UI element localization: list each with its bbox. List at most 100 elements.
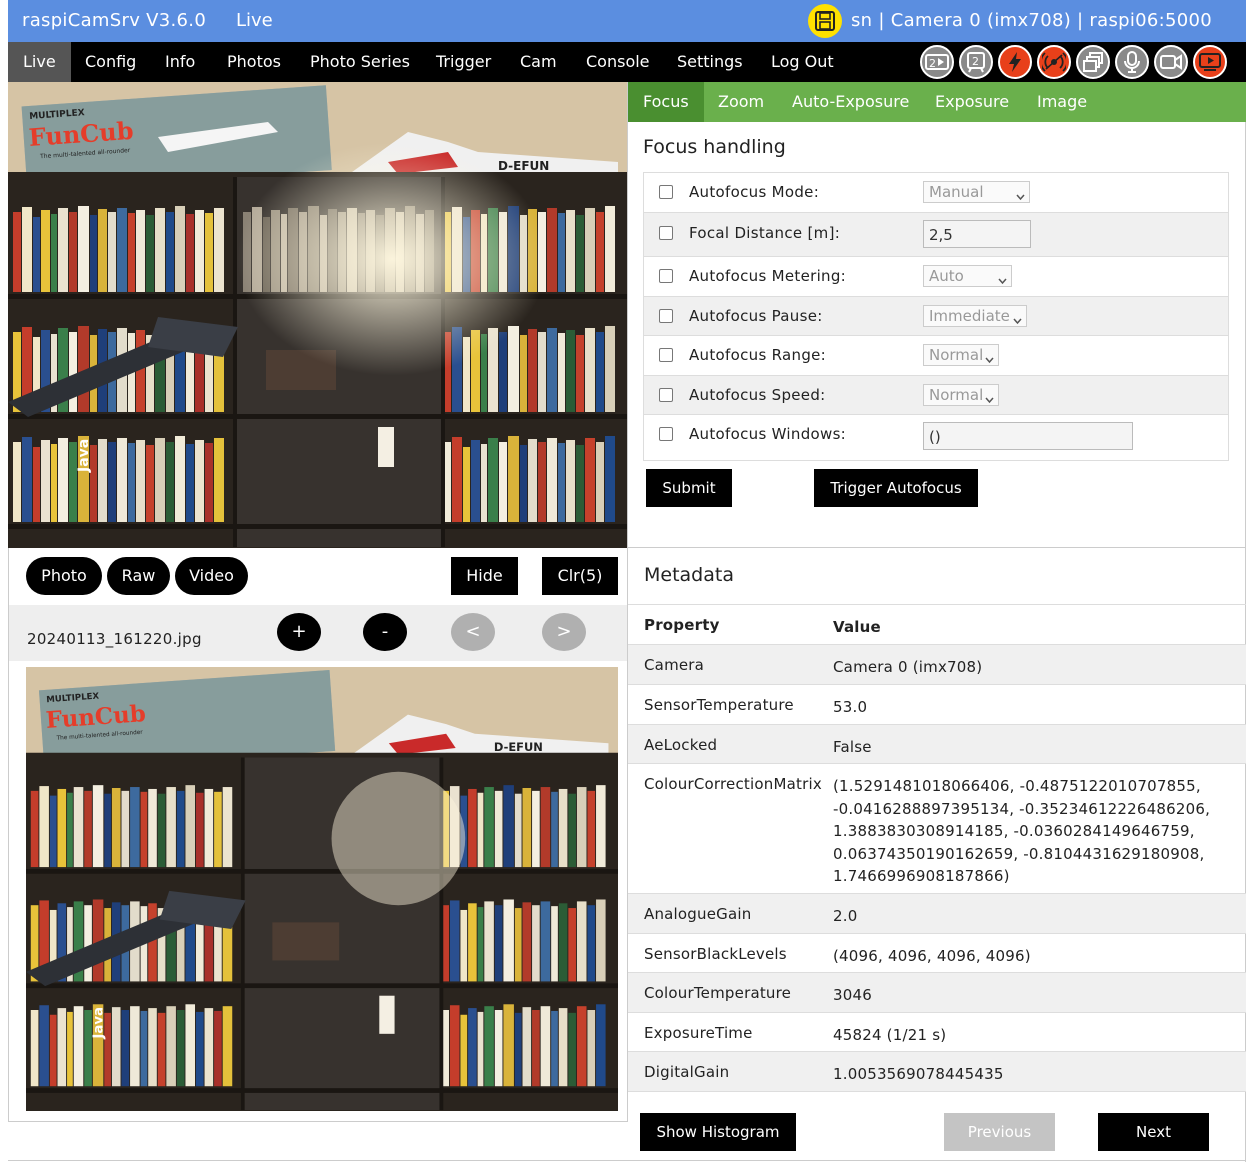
trigger-autofocus-button[interactable]: Trigger Autofocus [814, 469, 978, 507]
autofocus-speed-checkbox[interactable] [659, 388, 673, 402]
table-row: ColourTemperature 3046 [628, 973, 1246, 1013]
table-row: ExposureTime 45824 (1/21 s) [628, 1013, 1246, 1052]
zoom-in-button[interactable]: + [277, 613, 321, 651]
video-camera-icon[interactable] [1154, 45, 1188, 79]
photo-button[interactable]: Photo [26, 557, 102, 595]
tab-auto-exposure[interactable]: Auto-Exposure [792, 82, 909, 122]
stream-icon[interactable] [1193, 45, 1227, 79]
svg-text:2: 2 [929, 57, 936, 70]
autofocus-windows-checkbox[interactable] [659, 427, 673, 441]
value-cell: (4096, 4096, 4096, 4096) [833, 947, 1031, 965]
autofocus-windows-input[interactable]: () [923, 422, 1133, 450]
next-photo-button[interactable]: > [542, 613, 586, 651]
microphone-icon[interactable] [1115, 45, 1149, 79]
file-row: 20240113_161220.jpg + - < > [9, 605, 627, 661]
chevron-down-icon [985, 390, 994, 408]
book-title: Java [91, 1007, 106, 1040]
focus-title: Focus handling [643, 136, 786, 158]
tab-zoom[interactable]: Zoom [718, 82, 764, 122]
autofocus-pause-select[interactable]: Immediate [923, 305, 1027, 327]
focus-row-autofocus-windows: Autofocus Windows: () [644, 415, 1228, 460]
camera-control-tabs: Focus Zoom Auto-Exposure Exposure Image [628, 82, 1246, 122]
autofocus-mode-select[interactable]: Manual [923, 181, 1030, 203]
video-button[interactable]: Video [175, 557, 248, 595]
autofocus-mode-checkbox[interactable] [659, 185, 673, 199]
nav-info[interactable]: Info [165, 42, 195, 82]
live-preview[interactable]: MULTIPLEX FunCub The multi-talented all-… [8, 82, 628, 548]
tab-focus[interactable]: Focus [628, 82, 704, 122]
camera-2-icon[interactable]: 2 [959, 45, 993, 79]
next-button[interactable]: Next [1098, 1113, 1209, 1151]
previous-button[interactable]: Previous [944, 1113, 1055, 1151]
value-cell: 53.0 [833, 698, 868, 716]
live-preview-image: MULTIPLEX FunCub The multi-talented all-… [8, 82, 627, 548]
2-camera-icon[interactable]: 2 [920, 45, 954, 79]
windows-icon[interactable] [1076, 45, 1110, 79]
autofocus-metering-select[interactable]: Auto [923, 265, 1012, 287]
app-title: raspiCamSrv V3.6.0 [22, 10, 207, 31]
property-column-header: Property [644, 616, 720, 634]
autofocus-metering-checkbox[interactable] [659, 269, 673, 283]
autofocus-mode-value: Manual [929, 183, 984, 201]
autofocus-speed-select[interactable]: Normal [923, 384, 999, 406]
captured-photo-image: MULTIPLEX FunCub The multi-talented all-… [26, 667, 618, 1111]
nav-log-out[interactable]: Log Out [771, 42, 834, 82]
value-cell: 1.0053569078445435 [833, 1065, 1004, 1083]
value-cell: Camera 0 (imx708) [833, 658, 983, 676]
value-cell: 45824 (1/21 s) [833, 1026, 947, 1044]
table-row: ColourCorrectionMatrix (1.52914810180664… [628, 764, 1246, 894]
floppy-disk-icon[interactable] [808, 4, 842, 38]
tab-image[interactable]: Image [1037, 82, 1087, 122]
nav-config[interactable]: Config [85, 42, 136, 82]
hide-button[interactable]: Hide [451, 557, 518, 595]
property-cell: DigitalGain [644, 1063, 730, 1081]
mode-label: Live [236, 10, 273, 31]
nav-live[interactable]: Live [8, 42, 71, 82]
alarm-icon[interactable] [1037, 45, 1071, 79]
focus-row-autofocus-pause: Autofocus Pause: Immediate [644, 297, 1228, 336]
property-cell: AeLocked [644, 736, 718, 754]
focal-distance-checkbox[interactable] [659, 226, 673, 240]
table-row: SensorBlackLevels (4096, 4096, 4096, 409… [628, 934, 1246, 973]
chevron-down-icon [985, 350, 994, 368]
autofocus-mode-label: Autofocus Mode: [689, 183, 820, 201]
submit-button[interactable]: Submit [646, 469, 732, 507]
svg-text:2: 2 [972, 55, 979, 68]
nav-photos[interactable]: Photos [227, 42, 281, 82]
value-cell: (1.5291481018066406, -0.4875122010707855… [833, 777, 1211, 885]
nav-console[interactable]: Console [586, 42, 650, 82]
nav-trigger[interactable]: Trigger [436, 42, 491, 82]
property-cell: SensorBlackLevels [644, 945, 787, 963]
nav-photo-series[interactable]: Photo Series [310, 42, 410, 82]
lightning-icon[interactable] [998, 45, 1032, 79]
focus-row-autofocus-mode: Autofocus Mode: Manual [644, 173, 1228, 213]
nav-settings[interactable]: Settings [677, 42, 743, 82]
property-cell: AnalogueGain [644, 905, 752, 923]
autofocus-metering-label: Autofocus Metering: [689, 267, 847, 285]
chevron-down-icon [1016, 187, 1025, 205]
title-bar: raspiCamSrv V3.6.0 Live sn | Camera 0 (i… [8, 0, 1246, 42]
previous-photo-button[interactable]: < [451, 613, 495, 651]
autofocus-speed-value: Normal [929, 386, 984, 404]
autofocus-pause-value: Immediate [929, 307, 1010, 325]
raw-button[interactable]: Raw [107, 557, 170, 595]
tab-exposure[interactable]: Exposure [935, 82, 1009, 122]
clear-button[interactable]: Clr(5) [542, 557, 618, 595]
metadata-table: Property Value Camera Camera 0 (imx708) … [628, 604, 1246, 1092]
show-histogram-button[interactable]: Show Histogram [640, 1113, 796, 1151]
photo-panel: Photo Raw Video Hide Clr(5) 20240113_161… [8, 548, 628, 1122]
autofocus-pause-checkbox[interactable] [659, 309, 673, 323]
table-header-row: Property Value [628, 605, 1246, 645]
plane-registration: D-EFUN [494, 740, 543, 754]
autofocus-range-checkbox[interactable] [659, 348, 673, 362]
nav-cam[interactable]: Cam [520, 42, 557, 82]
zoom-out-button[interactable]: - [363, 613, 407, 651]
metadata-panel: Metadata Property Value Camera Camera 0 … [628, 548, 1246, 1162]
table-row: SensorTemperature 53.0 [628, 685, 1246, 725]
chevron-down-icon [1013, 311, 1022, 329]
property-cell: ExposureTime [644, 1024, 753, 1042]
captured-photo[interactable]: MULTIPLEX FunCub The multi-talented all-… [26, 667, 618, 1111]
autofocus-range-select[interactable]: Normal [923, 344, 999, 366]
property-cell: ColourTemperature [644, 984, 792, 1002]
focal-distance-input[interactable]: 2,5 [923, 220, 1031, 248]
